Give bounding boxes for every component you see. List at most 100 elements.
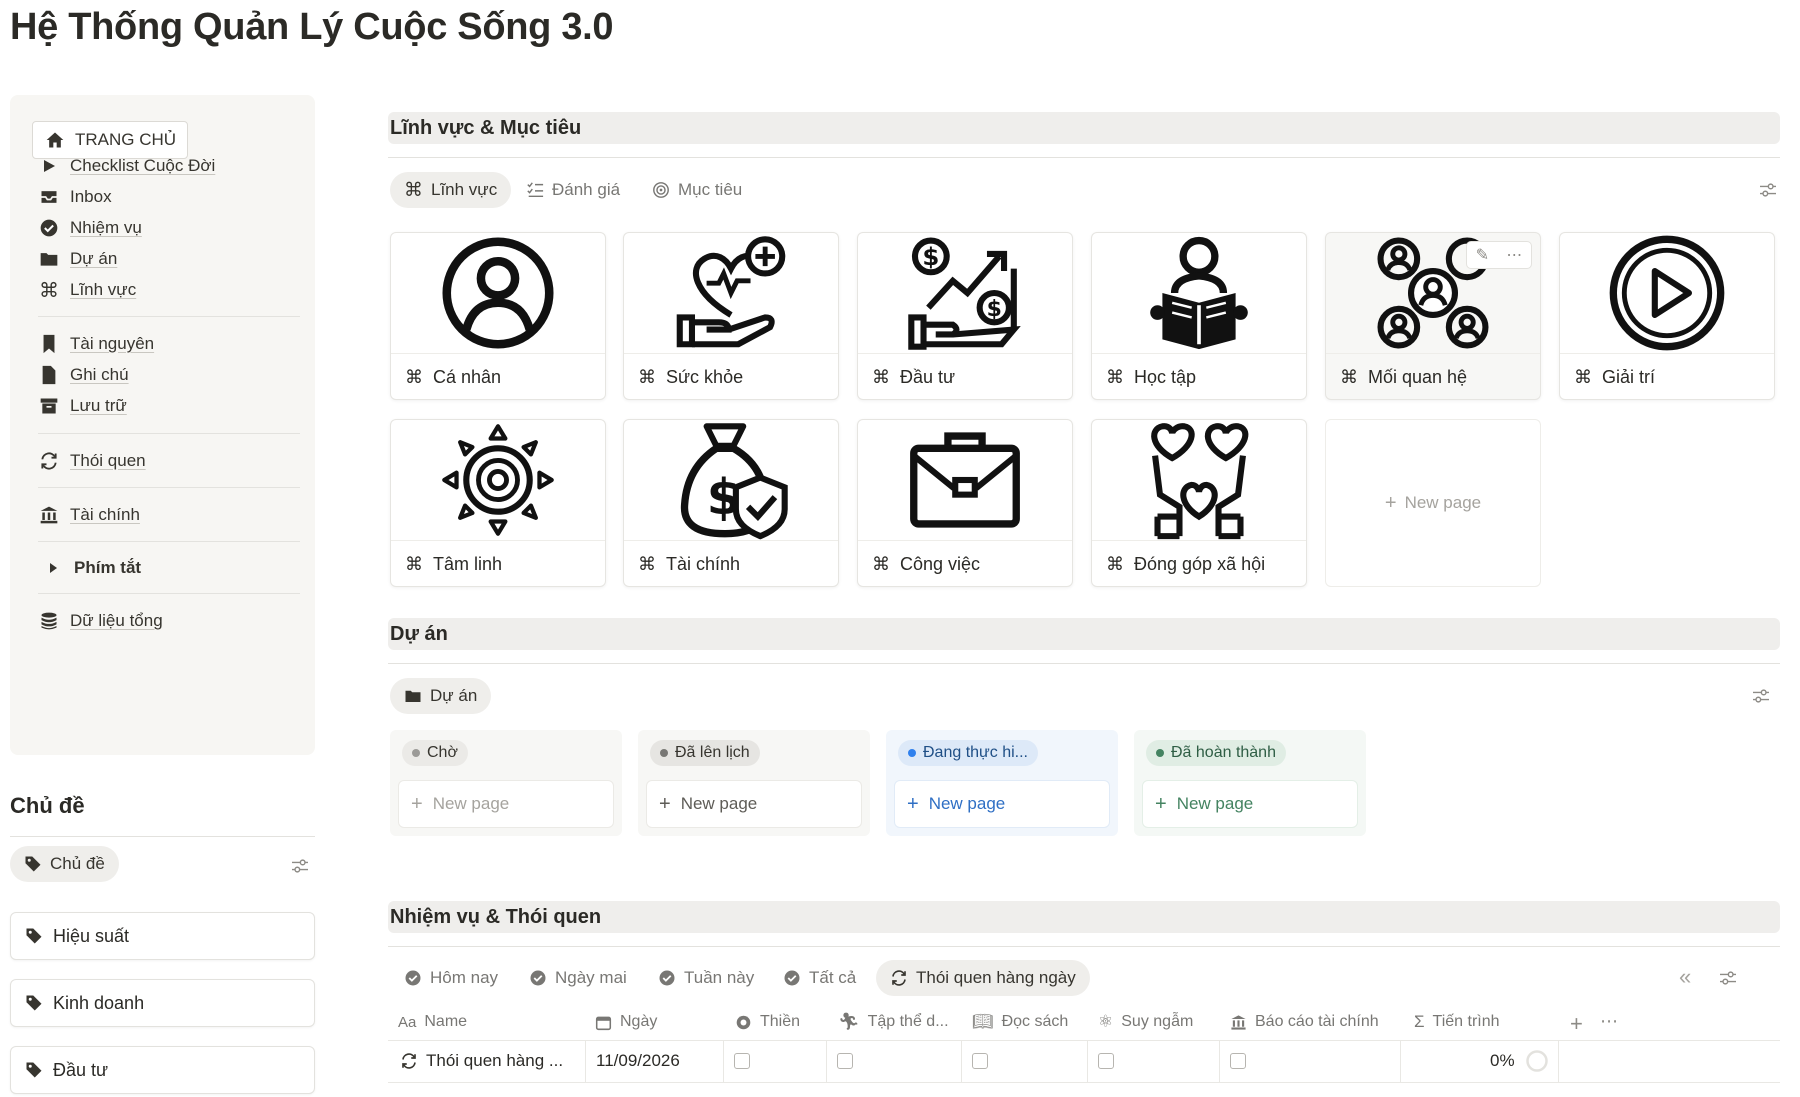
command-icon: ⌘ (1106, 367, 1124, 387)
view-settings-icon[interactable] (1759, 182, 1777, 198)
tab-reviews[interactable]: Đánh giá (526, 172, 620, 208)
home-button[interactable]: TRANG CHỦ (32, 121, 188, 159)
column-header-progress[interactable]: Σ Tiến trình (1406, 1005, 1500, 1039)
tab-daily-habits[interactable]: Thói quen hàng ngày (876, 960, 1090, 996)
column-header-meditation[interactable]: Thiền (727, 1005, 800, 1039)
folder-icon (405, 690, 421, 702)
sun-spiral-icon (442, 424, 554, 536)
sidebar-item-projects[interactable]: Dự án (38, 248, 117, 270)
board-column-done: Đã hoàn thành + New page (1134, 730, 1366, 836)
sidebar-item-database[interactable]: Dữ liệu tổng (38, 610, 163, 632)
sidebar-item-resources[interactable]: Tài nguyên (38, 333, 154, 355)
area-card-health[interactable]: ⌘ Sức khỏe (623, 232, 839, 400)
area-card-finance[interactable]: $ ⌘ Tài chính (623, 419, 839, 587)
edit-icon[interactable]: ✎ (1476, 245, 1489, 265)
tab-today[interactable]: Hôm nay (404, 960, 498, 996)
column-header-reflection[interactable]: ⚛ Suy ngẫm (1090, 1005, 1193, 1039)
topic-card-investment[interactable]: Đầu tư (10, 1046, 315, 1094)
more-icon[interactable]: ⋯ (1506, 245, 1522, 265)
plus-icon: + (1155, 792, 1167, 815)
reading-checkbox[interactable] (972, 1053, 988, 1069)
board-new-page-button[interactable]: + New page (646, 780, 862, 828)
column-header-date[interactable]: Ngày (587, 1005, 657, 1039)
board-new-page-button[interactable]: + New page (1142, 780, 1358, 828)
document-icon (38, 364, 60, 386)
financial-report-checkbox[interactable] (1230, 1053, 1246, 1069)
collapse-double-chevron-icon[interactable]: « (1679, 964, 1691, 990)
sidebar-item-inbox[interactable]: Inbox (38, 186, 112, 208)
area-new-page-card[interactable]: + New page (1325, 419, 1541, 587)
repeat-icon (892, 970, 906, 986)
sigma-icon: Σ (1414, 1012, 1425, 1031)
text-type-icon: Aa (398, 1013, 417, 1031)
tab-this-week[interactable]: Tuần này (658, 960, 754, 996)
sidebar-item-tasks[interactable]: Nhiệm vụ (38, 217, 142, 239)
bank-icon (1231, 1014, 1246, 1030)
sidebar-item-areas[interactable]: ⌘ Lĩnh vực (38, 279, 136, 302)
book-icon: 📖︎ (972, 1012, 994, 1031)
sidebar-item-finance[interactable]: Tài chính (38, 504, 140, 526)
area-card-relationships[interactable]: ✎ ⋯ ⌘ Mối quan hệ (1325, 232, 1541, 400)
home-icon (46, 132, 64, 148)
check-circle-icon (405, 970, 421, 986)
column-header-reading[interactable]: 📖︎ Đọc sách (964, 1005, 1068, 1039)
running-icon: 🏃︎ (838, 1012, 860, 1031)
sidebar-item-checklist[interactable]: Checklist Cuộc Đời (38, 155, 215, 177)
progress-ring (1525, 1050, 1548, 1072)
checklist-icon (527, 182, 544, 198)
card-actions: ✎ ⋯ (1466, 241, 1532, 269)
area-card-learning[interactable]: ⌘ Học tập (1091, 232, 1307, 400)
view-settings-icon[interactable] (291, 858, 309, 874)
tab-projects[interactable]: Dự án (390, 678, 492, 714)
area-card-spiritual[interactable]: ⌘ Tâm linh (390, 419, 606, 587)
tab-all[interactable]: Tất cả (783, 960, 856, 996)
command-icon: ⌘ (39, 279, 59, 302)
tab-areas[interactable]: ⌘ Lĩnh vực (390, 172, 512, 208)
command-icon: ⌘ (405, 554, 423, 574)
repeat-icon (38, 450, 60, 472)
tab-tomorrow[interactable]: Ngày mai (529, 960, 627, 996)
meditation-checkbox[interactable] (734, 1053, 750, 1069)
sidebar-item-notes[interactable]: Ghi chú (38, 364, 129, 386)
table-row[interactable]: Thói quen hàng ... (390, 1040, 585, 1082)
sidebar-item-archive[interactable]: Lưu trữ (38, 395, 127, 417)
add-column-icon[interactable]: + (1570, 1011, 1583, 1037)
sidebar-item-habits[interactable]: Thói quen (38, 450, 146, 472)
board-new-page-button[interactable]: + New page (398, 780, 614, 828)
view-settings-icon[interactable] (1719, 970, 1737, 986)
column-header-exercise[interactable]: 🏃︎ Tập thể d... (830, 1005, 949, 1039)
sidebar-item-shortcuts[interactable]: Phím tắt (42, 557, 141, 579)
area-card-investment[interactable]: $ $ ⌘ Đầu tư (857, 232, 1073, 400)
area-card-work[interactable]: ⌘ Công việc (857, 419, 1073, 587)
exercise-checkbox[interactable] (837, 1053, 853, 1069)
sidebar: TRANG CHỦ Checklist Cuộc Đời Inbox Nhiệm… (10, 95, 315, 755)
calendar-icon (595, 1016, 612, 1030)
column-header-financial-report[interactable]: Báo cáo tài chính (1222, 1005, 1379, 1039)
home-label: TRANG CHỦ (75, 130, 177, 149)
repeat-icon (402, 1053, 416, 1069)
column-header-name[interactable]: Aa Name (390, 1005, 467, 1039)
topics-title: Chủ đề (10, 793, 85, 818)
status-badge: Đang thực hi... (898, 740, 1038, 766)
tab-goals[interactable]: Mục tiêu (652, 172, 742, 208)
money-bag-shield-icon: $ (680, 423, 788, 540)
topics-view-tab[interactable]: Chủ đề (10, 846, 119, 882)
topic-card-performance[interactable]: Hiệu suất (10, 912, 315, 960)
play-circle-icon (1609, 235, 1725, 351)
area-card-entertainment[interactable]: ⌘ Giải trí (1559, 232, 1775, 400)
plus-icon: + (1384, 491, 1397, 514)
row-name: Thói quen hàng ... (426, 1051, 564, 1070)
area-card-personal[interactable]: ⌘ Cá nhân (390, 232, 606, 400)
view-settings-icon[interactable] (1752, 688, 1770, 704)
tag-icon (26, 928, 42, 944)
row-progress: 0% (1480, 1040, 1549, 1082)
row-date[interactable]: 11/09/2026 (586, 1040, 680, 1082)
board-new-page-button[interactable]: + New page (894, 780, 1110, 828)
check-circle-icon (784, 970, 800, 986)
topic-card-business[interactable]: Kinh doanh (10, 979, 315, 1027)
target-icon (653, 182, 669, 198)
more-icon[interactable]: ⋯ (1600, 1011, 1618, 1032)
tag-icon (26, 1062, 42, 1078)
area-card-social-contribution[interactable]: ⌘ Đóng góp xã hội (1091, 419, 1307, 587)
reflection-checkbox[interactable] (1098, 1053, 1114, 1069)
